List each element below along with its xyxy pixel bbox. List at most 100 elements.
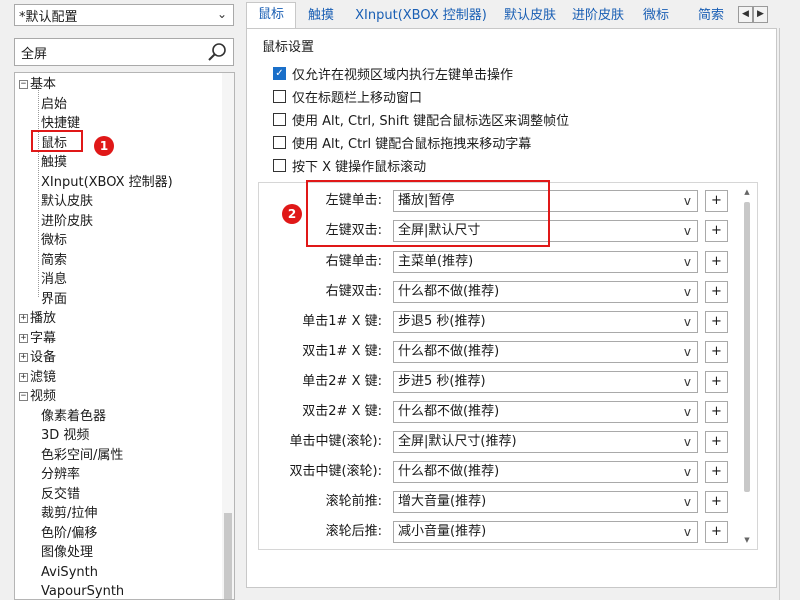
checkbox-alt-ctrl-shift-select[interactable]: 使用 Alt, Ctrl, Shift 键配合鼠标选区来调整帧位 [273, 110, 569, 129]
tree-item-levels-offset[interactable]: 色阶/偏移 [41, 524, 97, 544]
tree-item-logo[interactable]: 微标 [41, 231, 67, 251]
add-binding-button[interactable]: + [705, 190, 728, 212]
tree-item-deinterlace[interactable]: 反交错 [41, 485, 80, 505]
add-binding-button[interactable]: + [705, 521, 728, 543]
tab-search[interactable]: 简索 [690, 4, 732, 28]
chevron-down-icon: v [683, 255, 691, 269]
tree-item-interface[interactable]: 界面 [41, 290, 67, 310]
binding-select-right-click[interactable]: 主菜单(推荐) v [393, 251, 698, 273]
tree-node-devices[interactable]: + 设备 [19, 348, 56, 368]
profile-select[interactable]: *默认配置 ⌄ [14, 4, 234, 26]
annotation-badge-1: 1 [94, 136, 114, 156]
checkbox-x-key-scroll[interactable]: 按下 X 键操作鼠标滚动 [273, 156, 426, 175]
annotation-box-1 [31, 130, 83, 152]
profile-select-value: *默认配置 [19, 9, 78, 25]
checkbox-alt-ctrl-drag-subtitles[interactable]: 使用 Alt, Ctrl 键配合鼠标拖拽来移动字幕 [273, 133, 531, 152]
binding-select-x1-click[interactable]: 步退5 秒(推荐) v [393, 311, 698, 333]
expand-icon[interactable]: + [19, 372, 28, 382]
add-binding-button[interactable]: + [705, 251, 728, 273]
expand-icon[interactable]: + [19, 333, 28, 343]
tree-item-advanced-skin[interactable]: 进阶皮肤 [41, 212, 93, 232]
tab-scroll-right-icon[interactable]: ▶ [753, 6, 768, 23]
search-input-value: 全屏 [21, 46, 48, 62]
binding-select-wheel-down[interactable]: 减小音量(推荐) v [393, 521, 698, 543]
checkbox-checked-icon[interactable]: ✓ [273, 67, 286, 80]
annotation-badge-2: 2 [282, 204, 302, 224]
tab-logo[interactable]: 微标 [634, 4, 678, 28]
add-binding-button[interactable]: + [705, 311, 728, 333]
binding-label-x2-double: 双击2# X 键: [302, 404, 382, 419]
binding-select-middle-click[interactable]: 全屏|默认尺寸(推荐) v [393, 431, 698, 453]
collapse-icon[interactable]: − [19, 392, 28, 401]
binding-select-x2-click[interactable]: 步进5 秒(推荐) v [393, 371, 698, 393]
tab-touch[interactable]: 触摸 [300, 4, 342, 28]
tree-node-basic[interactable]: − 基本 [19, 75, 56, 95]
binding-label-right-click: 右键单击: [325, 254, 382, 269]
add-binding-button[interactable]: + [705, 491, 728, 513]
tree-node-playback[interactable]: + 播放 [19, 309, 56, 329]
tree-item-touch[interactable]: 触摸 [41, 153, 67, 173]
search-icon[interactable] [207, 42, 227, 62]
tab-default-skin[interactable]: 默认皮肤 [498, 4, 562, 28]
chevron-down-icon: v [683, 224, 691, 238]
tree-node-label: 基本 [30, 77, 57, 92]
collapse-icon[interactable]: − [19, 80, 28, 89]
tree-item-color-space[interactable]: 色彩空间/属性 [41, 446, 123, 466]
tree-item-avisynth[interactable]: AviSynth [41, 563, 98, 583]
binding-value: 增大音量(推荐) [398, 494, 487, 509]
binding-label-x1-double: 双击1# X 键: [302, 344, 382, 359]
add-binding-button[interactable]: + [705, 431, 728, 453]
search-input[interactable]: 全屏 [14, 38, 234, 66]
expand-icon[interactable]: + [19, 314, 28, 323]
checkbox-icon[interactable] [273, 136, 286, 149]
tree-item-resolution[interactable]: 分辨率 [41, 465, 80, 485]
binding-select-x2-double[interactable]: 什么都不做(推荐) v [393, 401, 698, 423]
tab-mouse[interactable]: 鼠标 [246, 2, 296, 30]
add-binding-button[interactable]: + [705, 371, 728, 393]
scroll-down-icon[interactable]: ▼ [742, 536, 752, 546]
scroll-up-icon[interactable]: ▲ [742, 188, 752, 198]
panel-scrollbar[interactable]: ▲ ▼ [742, 188, 752, 546]
tree-item-default-skin[interactable]: 默认皮肤 [41, 192, 93, 212]
binding-select-right-double[interactable]: 什么都不做(推荐) v [393, 281, 698, 303]
binding-value: 减小音量(推荐) [398, 524, 487, 539]
checkbox-icon[interactable] [273, 159, 286, 172]
add-binding-button[interactable]: + [705, 281, 728, 303]
add-binding-button[interactable]: + [705, 461, 728, 483]
tree-item-pixel-shader[interactable]: 像素着色器 [41, 407, 106, 427]
tree-item-search[interactable]: 简索 [41, 251, 67, 271]
tree-node-filters[interactable]: + 滤镜 [19, 368, 56, 388]
right-edge-strip [778, 28, 800, 600]
tree-item-xinput[interactable]: XInput(XBOX 控制器) [41, 173, 173, 193]
tree-item-startup[interactable]: 启始 [41, 95, 67, 115]
tree-node-subtitles[interactable]: + 字幕 [19, 329, 56, 349]
tree-node-video[interactable]: − 视频 [19, 387, 56, 407]
binding-select-middle-double[interactable]: 什么都不做(推荐) v [393, 461, 698, 483]
add-binding-button[interactable]: + [705, 401, 728, 423]
tree-item-3d-video[interactable]: 3D 视频 [41, 426, 89, 446]
chevron-down-icon: v [683, 194, 691, 208]
binding-label-wheel-up: 滚轮前推: [325, 494, 382, 509]
binding-value: 什么都不做(推荐) [398, 344, 500, 359]
tab-scroll-left-icon[interactable]: ◀ [738, 6, 753, 23]
expand-icon[interactable]: + [19, 353, 28, 362]
tree-item-image-processing[interactable]: 图像处理 [41, 543, 93, 563]
tree-item-messages[interactable]: 消息 [41, 270, 67, 290]
add-binding-button[interactable]: + [705, 341, 728, 363]
tab-advanced-skin[interactable]: 进阶皮肤 [566, 4, 630, 28]
tree-item-vapoursynth[interactable]: VapourSynth [41, 582, 124, 599]
tree-item-crop-stretch[interactable]: 裁剪/拉伸 [41, 504, 97, 524]
chevron-down-icon: ⌄ [216, 7, 227, 21]
binding-label-middle-double: 双击中键(滚轮): [289, 464, 382, 479]
checkbox-icon[interactable] [273, 113, 286, 126]
checkbox-left-click-video-only[interactable]: ✓ 仅允许在视频区域内执行左键单击操作 [273, 64, 513, 83]
add-binding-button[interactable]: + [705, 220, 728, 242]
chevron-down-icon: v [683, 405, 691, 419]
checkbox-icon[interactable] [273, 90, 286, 103]
binding-select-wheel-up[interactable]: 增大音量(推荐) v [393, 491, 698, 513]
tab-xinput[interactable]: XInput(XBOX 控制器) [346, 4, 496, 28]
binding-select-x1-double[interactable]: 什么都不做(推荐) v [393, 341, 698, 363]
checkbox-label: 按下 X 键操作鼠标滚动 [292, 160, 427, 175]
checkbox-move-window-titlebar[interactable]: 仅在标题栏上移动窗口 [273, 87, 422, 106]
scrollbar-thumb[interactable] [744, 202, 750, 492]
